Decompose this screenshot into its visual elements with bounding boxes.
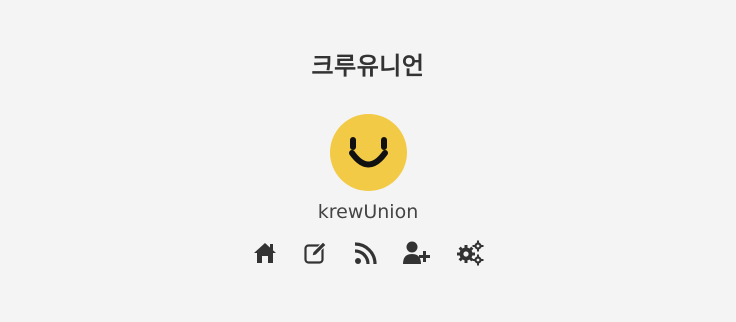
edit-icon bbox=[304, 241, 327, 264]
nav-bar bbox=[0, 240, 736, 268]
add-user-link[interactable] bbox=[402, 240, 430, 266]
home-link[interactable] bbox=[252, 240, 278, 266]
settings-link[interactable] bbox=[456, 240, 484, 266]
rss-icon bbox=[354, 242, 377, 265]
write-post-link[interactable] bbox=[303, 240, 329, 266]
rss-link[interactable] bbox=[353, 240, 379, 266]
profile-header: 크루유니언 krewUnion bbox=[0, 0, 736, 322]
avatar[interactable] bbox=[330, 114, 407, 191]
smiley-face-icon bbox=[349, 137, 388, 168]
settings-gears-icon bbox=[457, 240, 484, 266]
username: krewUnion bbox=[317, 201, 419, 223]
site-title: 크루유니언 bbox=[311, 52, 425, 80]
home-icon bbox=[254, 243, 276, 263]
add-user-icon bbox=[403, 241, 430, 264]
